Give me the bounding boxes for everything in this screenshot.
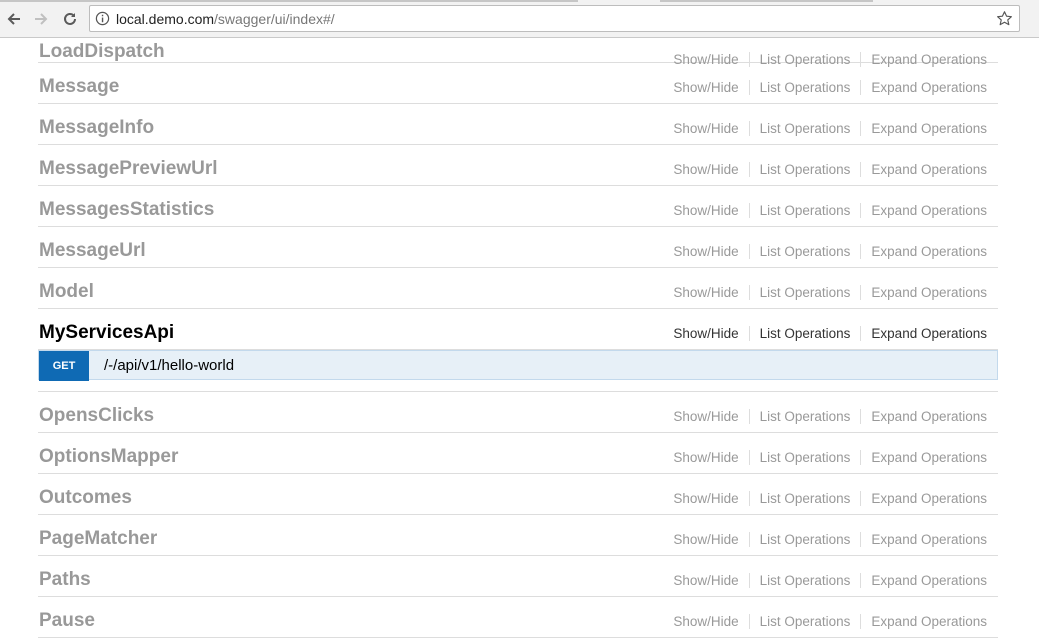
resource-name[interactable]: LoadDispatch xyxy=(39,41,165,63)
resource-ops: Show/Hide List Operations Expand Operation… xyxy=(673,409,987,424)
resource-name[interactable]: MessagePreviewUrl xyxy=(39,158,218,180)
list-operations-link[interactable]: List Operations xyxy=(760,326,851,341)
list-operations-link[interactable]: List Operations xyxy=(760,285,851,300)
expand-operations-link[interactable]: Expand Operations xyxy=(871,203,987,218)
resource-messageurl: MessageUrl Show/Hide List Operations Expan… xyxy=(38,227,998,268)
list-operations-link[interactable]: List Operations xyxy=(760,409,851,424)
show-hide-link[interactable]: Show/Hide xyxy=(673,285,738,300)
tab-strip xyxy=(0,0,1039,3)
resource-ops: Show/Hide List Operations Expand Operation… xyxy=(673,614,987,629)
url-text: local.demo.com/swagger/ui/index#/ xyxy=(116,11,335,27)
resource-name[interactable]: MessageInfo xyxy=(39,117,154,139)
arrow-left-icon xyxy=(7,13,20,25)
resource-name[interactable]: Pause xyxy=(39,610,95,632)
operation-bar[interactable]: GET /-/api/v1/hello-world xyxy=(38,350,998,381)
show-hide-link[interactable]: Show/Hide xyxy=(673,244,738,259)
expand-operations-link[interactable]: Expand Operations xyxy=(871,450,987,465)
resource-ops: Show/Hide List Operations Expand Operation… xyxy=(673,450,987,465)
show-hide-link[interactable]: Show/Hide xyxy=(673,80,738,95)
expand-operations-link[interactable]: Expand Operations xyxy=(871,326,987,341)
list-operations-link[interactable]: List Operations xyxy=(760,450,851,465)
resource-name[interactable]: Paths xyxy=(39,569,91,591)
show-hide-link[interactable]: Show/Hide xyxy=(673,532,738,547)
expand-operations-link[interactable]: Expand Operations xyxy=(871,162,987,177)
resource-ops: Show/Hide List Operations Expand Operation… xyxy=(673,80,987,95)
list-operations-link[interactable]: List Operations xyxy=(760,244,851,259)
reload-button[interactable] xyxy=(59,8,81,30)
list-operations-link[interactable]: List Operations xyxy=(760,162,851,177)
resource-ops: Show/Hide List Operations Expand Operation… xyxy=(673,573,987,588)
resource-name[interactable]: Message xyxy=(39,76,119,98)
resource-messagesstatistics: MessagesStatistics Show/Hide List Operati… xyxy=(38,186,998,227)
expand-operations-link[interactable]: Expand Operations xyxy=(871,121,987,136)
expand-operations-link[interactable]: Expand Operations xyxy=(871,491,987,506)
expand-operations-link[interactable]: Expand Operations xyxy=(871,532,987,547)
back-button[interactable] xyxy=(3,8,25,30)
url-path: /swagger/ui/index#/ xyxy=(214,11,335,27)
list-operations-link[interactable]: List Operations xyxy=(760,491,851,506)
expand-operations-link[interactable]: Expand Operations xyxy=(871,80,987,95)
arrow-right-icon xyxy=(35,13,48,25)
url-host: local.demo.com xyxy=(116,11,215,27)
resource-message: Message Show/Hide List Operations Expand O… xyxy=(38,63,998,104)
expand-operations-link[interactable]: Expand Operations xyxy=(871,614,987,629)
resource-ops: Show/Hide List Operations Expand Operation… xyxy=(673,203,987,218)
star-icon[interactable] xyxy=(996,10,1013,27)
resource-name[interactable]: MessagesStatistics xyxy=(39,199,214,221)
resource-pagematcher: PageMatcher Show/Hide List Operations Expa… xyxy=(38,515,998,556)
swagger-resources: LoadDispatch Show/Hide List Operations Exp… xyxy=(38,38,998,638)
show-hide-link[interactable]: Show/Hide xyxy=(673,573,738,588)
resource-messageinfo: MessageInfo Show/Hide List Operations Expa… xyxy=(38,104,998,145)
resource-ops: Show/Hide List Operations Expand Operation… xyxy=(673,285,987,300)
expand-operations-link[interactable]: Expand Operations xyxy=(871,285,987,300)
list-operations-link[interactable]: List Operations xyxy=(760,614,851,629)
operation-path[interactable]: /-/api/v1/hello-world xyxy=(104,357,234,374)
resource-optionsmapper: OptionsMapper Show/Hide List Operations Ex… xyxy=(38,433,998,474)
resource-outcomes: Outcomes Show/Hide List Operations Expand … xyxy=(38,474,998,515)
forward-button[interactable] xyxy=(30,8,52,30)
expand-operations-link[interactable]: Expand Operations xyxy=(871,409,987,424)
resource-ops: Show/Hide List Operations Expand Operation… xyxy=(673,121,987,136)
resource-name[interactable]: Outcomes xyxy=(39,487,132,509)
list-operations-link[interactable]: List Operations xyxy=(760,573,851,588)
method-badge[interactable]: GET xyxy=(39,351,89,381)
resource-loaddispatch: LoadDispatch Show/Hide List Operations Exp… xyxy=(38,38,998,67)
resource-myservicesapi: MyServicesApi Show/Hide List Operations Ex… xyxy=(38,309,998,350)
resource-name[interactable]: PageMatcher xyxy=(39,528,157,550)
browser-toolbar: local.demo.com/swagger/ui/index#/ xyxy=(0,0,1039,38)
resource-name[interactable]: MyServicesApi xyxy=(39,322,174,344)
resource-name[interactable]: MessageUrl xyxy=(39,240,146,262)
show-hide-link[interactable]: Show/Hide xyxy=(673,409,738,424)
resource-pause: Pause Show/Hide List Operations Expand Ope… xyxy=(38,597,998,638)
expand-operations-link[interactable]: Expand Operations xyxy=(871,244,987,259)
resource-ops: Show/Hide List Operations Expand Operation… xyxy=(673,162,987,177)
show-hide-link[interactable]: Show/Hide xyxy=(673,614,738,629)
resource-name[interactable]: OptionsMapper xyxy=(39,446,178,468)
resource-messagepreviewurl: MessagePreviewUrl Show/Hide List Operatio… xyxy=(38,145,998,186)
list-operations-link[interactable]: List Operations xyxy=(760,203,851,218)
expand-operations-link[interactable]: Expand Operations xyxy=(871,573,987,588)
resource-ops: Show/Hide List Operations Expand Operation… xyxy=(673,244,987,259)
show-hide-link[interactable]: Show/Hide xyxy=(673,203,738,218)
show-hide-link[interactable]: Show/Hide xyxy=(673,491,738,506)
list-operations-link[interactable]: List Operations xyxy=(760,121,851,136)
address-bar[interactable]: local.demo.com/swagger/ui/index#/ xyxy=(89,5,1020,32)
resource-ops: Show/Hide List Operations Expand Operation… xyxy=(673,326,987,341)
info-icon[interactable] xyxy=(95,11,110,26)
show-hide-link[interactable]: Show/Hide xyxy=(673,162,738,177)
list-operations-link[interactable]: List Operations xyxy=(760,80,851,95)
resource-opensclicks: OpensClicks Show/Hide List Operations Expa… xyxy=(38,392,998,433)
list-operations-link[interactable]: List Operations xyxy=(760,532,851,547)
resource-name[interactable]: OpensClicks xyxy=(39,405,154,427)
show-hide-link[interactable]: Show/Hide xyxy=(673,450,738,465)
resource-name[interactable]: Model xyxy=(39,281,94,303)
resource-ops: Show/Hide List Operations Expand Operation… xyxy=(673,491,987,506)
operation-row: GET /-/api/v1/hello-world xyxy=(38,350,998,392)
reload-icon xyxy=(64,12,76,25)
show-hide-link[interactable]: Show/Hide xyxy=(673,121,738,136)
resource-paths: Paths Show/Hide List Operations Expand Ope… xyxy=(38,556,998,597)
resource-model: Model Show/Hide List Operations Expand Ope… xyxy=(38,268,998,309)
resource-ops: Show/Hide List Operations Expand Operation… xyxy=(673,532,987,547)
show-hide-link[interactable]: Show/Hide xyxy=(673,326,738,341)
